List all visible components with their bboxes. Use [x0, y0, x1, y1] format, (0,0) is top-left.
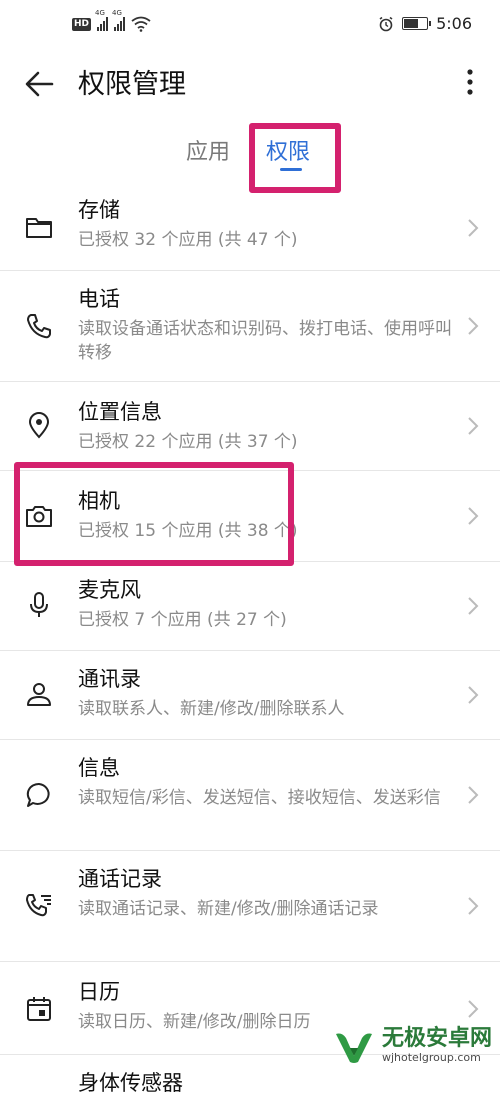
network-type-label: 4G [95, 9, 105, 17]
permission-desc: 已授权 15 个应用 (共 38 个) [78, 521, 298, 541]
permission-list: 存储 已授权 32 个应用 (共 47 个) 电话 读取设备通话状态和识别码、拨… [0, 190, 500, 1115]
signal-icon: 4G [112, 9, 126, 31]
permission-item-messages[interactable]: 信息 读取短信/彩信、发送短信、接收短信、发送彩信 [0, 740, 500, 851]
tab-apps[interactable]: 应用 [186, 134, 230, 166]
watermark-title: 无极安卓网 [381, 1026, 492, 1051]
watermark-url: wjhotelgroup.com [381, 1051, 481, 1064]
chevron-right-icon [468, 897, 479, 915]
permission-name: 存储 [78, 198, 120, 222]
chat-bubble-icon [24, 780, 54, 810]
camera-icon [24, 501, 54, 531]
permission-item-contacts[interactable]: 通讯录 读取联系人、新建/修改/删除联系人 [0, 651, 500, 740]
calendar-icon [24, 994, 54, 1024]
permission-name: 通讯录 [78, 667, 141, 691]
chevron-right-icon [468, 417, 479, 435]
permission-item-call-log[interactable]: 通话记录 读取通话记录、新建/修改/删除通话记录 [0, 851, 500, 962]
permission-item-location[interactable]: 位置信息 已授权 22 个应用 (共 37 个) [0, 382, 500, 471]
chevron-right-icon [468, 597, 479, 615]
chevron-right-icon [468, 219, 479, 237]
battery-icon [402, 17, 432, 30]
permission-item-camera[interactable]: 相机 已授权 15 个应用 (共 38 个) [0, 471, 500, 562]
permission-name: 相机 [78, 489, 120, 513]
folder-icon [24, 212, 54, 242]
permission-desc: 已授权 22 个应用 (共 37 个) [78, 432, 298, 452]
more-options-button[interactable] [458, 64, 482, 100]
logo-icon [335, 1033, 372, 1063]
permission-item-storage[interactable]: 存储 已授权 32 个应用 (共 47 个) [0, 190, 500, 271]
permission-desc: 读取设备通话状态和识别码、拨打电话、使用呼叫转移 [78, 319, 452, 363]
person-icon [24, 679, 54, 709]
watermark: 无极安卓网 wjhotelgroup.com [332, 1027, 492, 1064]
tab-permissions[interactable]: 权限 [266, 134, 310, 166]
permission-desc: 读取联系人、新建/修改/删除联系人 [78, 699, 345, 719]
permission-name: 身体传感器 [78, 1071, 183, 1095]
hd-badge: HD [72, 17, 92, 31]
alarm-icon [379, 16, 393, 31]
permission-name: 位置信息 [78, 400, 162, 424]
permission-name: 电话 [78, 287, 120, 311]
back-button[interactable] [22, 66, 58, 102]
permission-item-microphone[interactable]: 麦克风 已授权 7 个应用 (共 27 个) [0, 562, 500, 651]
status-bar-left: HD 4G 4G [72, 9, 151, 32]
permission-desc: 读取短信/彩信、发送短信、接收短信、发送彩信 [78, 788, 441, 808]
phone-icon [24, 311, 54, 341]
app-bar: 权限管理 [0, 58, 500, 114]
status-bar-right: 5:06 [378, 14, 472, 33]
tab-bar: 应用 权限 [0, 124, 500, 188]
chevron-right-icon [468, 507, 479, 525]
permission-name: 麦克风 [78, 578, 141, 602]
permission-item-body-sensors[interactable]: 身体传感器 [0, 1055, 500, 1115]
active-tab-indicator [280, 168, 302, 171]
status-bar: HD 4G 4G 5:06 [0, 0, 500, 58]
chevron-right-icon [468, 786, 479, 804]
microphone-icon [24, 590, 54, 620]
permission-item-phone[interactable]: 电话 读取设备通话状态和识别码、拨打电话、使用呼叫转移 [0, 271, 500, 382]
signal-icon: 4G [95, 9, 109, 31]
chevron-right-icon [468, 317, 479, 335]
network-type-label: 4G [112, 9, 122, 17]
chevron-right-icon [468, 1000, 479, 1018]
permission-desc: 读取通话记录、新建/修改/删除通话记录 [78, 899, 379, 919]
wifi-icon [131, 16, 151, 32]
location-pin-icon [24, 410, 54, 440]
permission-desc: 已授权 7 个应用 (共 27 个) [78, 610, 287, 630]
permission-name: 信息 [78, 756, 120, 780]
permission-name: 通话记录 [78, 867, 162, 891]
page-title: 权限管理 [78, 69, 186, 100]
arrow-left-icon [25, 71, 54, 97]
call-log-icon [24, 891, 54, 921]
sensor-icon [24, 1077, 54, 1107]
permission-desc: 已授权 32 个应用 (共 47 个) [78, 230, 298, 250]
more-vertical-icon [467, 69, 473, 95]
permission-name: 日历 [78, 980, 120, 1004]
clock: 5:06 [436, 14, 472, 33]
chevron-right-icon [468, 686, 479, 704]
